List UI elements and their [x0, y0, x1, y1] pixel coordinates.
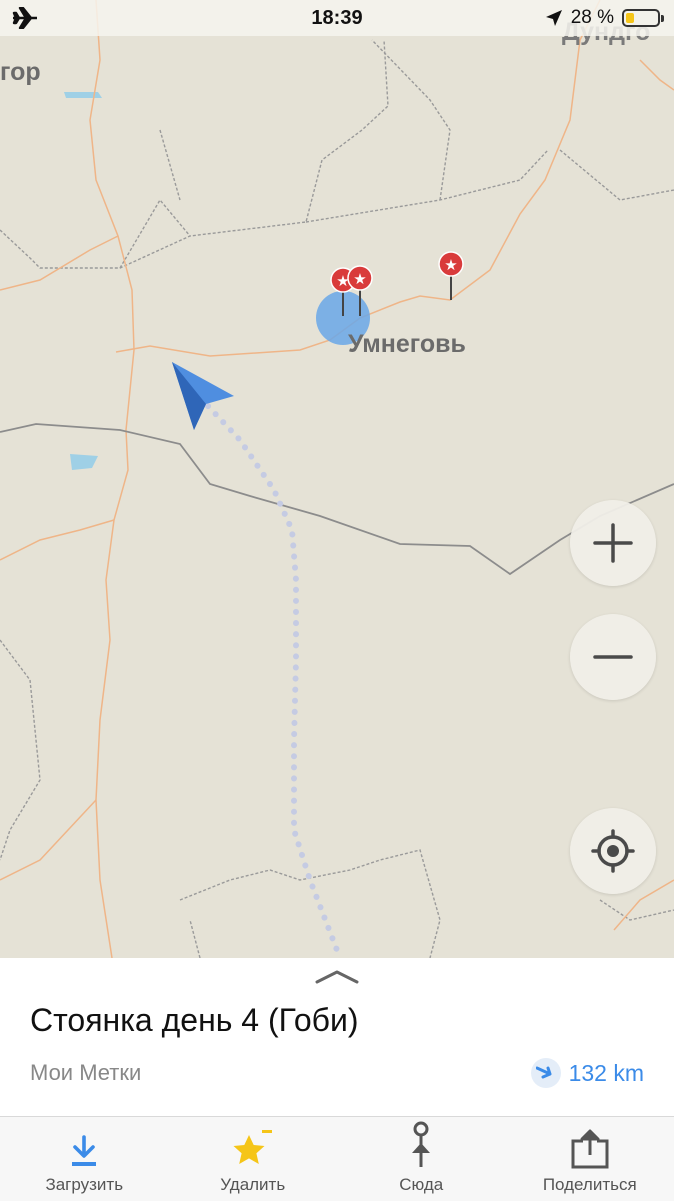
tab-label: Загрузить	[45, 1175, 123, 1195]
status-bar: 18:39 28 %	[0, 0, 674, 36]
download-button[interactable]: Загрузить	[0, 1117, 169, 1201]
place-distance: 132 km	[531, 1058, 644, 1088]
pin-route-icon	[407, 1121, 435, 1169]
map-view[interactable]: ★ ★ ★ гор Дундго Умнеговь	[0, 0, 674, 958]
map-label-city: гор	[0, 58, 41, 87]
chevron-up-icon[interactable]	[315, 968, 359, 984]
svg-text:★: ★	[444, 256, 457, 274]
distance-value: 132 km	[569, 1060, 644, 1087]
roads	[0, 0, 674, 958]
zoom-out-button[interactable]	[570, 614, 656, 700]
minus-icon	[593, 637, 633, 677]
admin-boundaries	[0, 40, 674, 958]
route-here-button[interactable]: Сюда	[337, 1117, 506, 1201]
direction-arrow-icon	[531, 1058, 561, 1088]
star-remove-icon	[231, 1127, 275, 1169]
crosshair-icon	[591, 829, 635, 873]
share-icon	[569, 1129, 611, 1169]
share-button[interactable]: Поделиться	[506, 1117, 674, 1201]
tab-label: Сюда	[399, 1175, 443, 1195]
bottom-toolbar: Загрузить Удалить Сюда Поделиться	[0, 1116, 674, 1201]
place-category: Мои Метки	[30, 1060, 141, 1086]
svg-text:★: ★	[353, 270, 366, 288]
zoom-in-button[interactable]	[570, 500, 656, 586]
map-label-city: Умнеговь	[348, 330, 466, 359]
download-icon	[69, 1135, 99, 1169]
tab-label: Поделиться	[543, 1175, 637, 1195]
map-canvas: ★ ★ ★	[0, 0, 674, 958]
battery-icon	[622, 9, 660, 27]
locate-me-button[interactable]	[570, 808, 656, 894]
lake	[70, 454, 98, 470]
delete-button[interactable]: Удалить	[169, 1117, 338, 1201]
status-time: 18:39	[0, 7, 674, 30]
battery-level	[626, 13, 634, 23]
plus-icon	[593, 523, 633, 563]
place-title: Стоянка день 4 (Гоби)	[30, 1002, 358, 1039]
lake	[64, 92, 102, 98]
tab-label: Удалить	[220, 1175, 285, 1195]
place-panel[interactable]: Стоянка день 4 (Гоби) Мои Метки 132 km	[0, 958, 674, 1116]
